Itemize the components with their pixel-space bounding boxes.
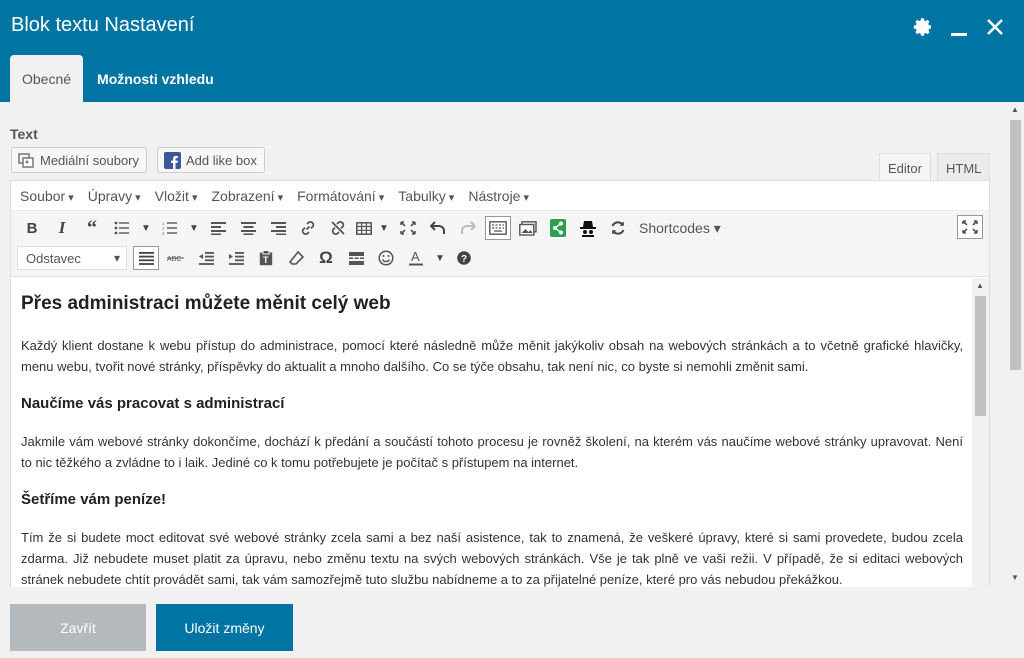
chevron-down-icon[interactable]: ▼ [375,215,393,241]
unlink-icon[interactable] [323,215,353,241]
panel-scrollbar[interactable]: ▲ ▼ [1007,102,1024,587]
distraction-free-icon[interactable] [393,215,423,241]
menu-format[interactable]: Formátování [297,188,384,204]
tab-html-editor[interactable]: HTML [937,153,990,181]
settings-tabs: Obecné Možnosti vzhledu [10,55,226,102]
chevron-down-icon[interactable]: ▼ [185,215,203,241]
format-select[interactable]: Odstavec [17,246,127,270]
panel-scroll-thumb[interactable] [1010,120,1021,370]
save-changes-button[interactable]: Uložit změny [156,604,293,651]
undo-icon[interactable] [423,215,453,241]
content-heading-1: Přes administraci můžete měnit celý web [21,293,391,314]
gear-icon[interactable] [912,14,934,40]
text-field-label: Text [10,126,38,142]
facebook-icon [164,151,181,169]
page-break-icon[interactable] [341,245,371,271]
close-button[interactable]: Zavřít [10,604,146,651]
toolbar-toggle-icon[interactable] [485,216,511,240]
svg-text:A: A [411,250,420,264]
media-icon [18,152,35,169]
help-icon[interactable]: ? [449,245,479,271]
spy-icon[interactable] [573,215,603,241]
tab-general[interactable]: Obecné [10,55,84,102]
menu-view[interactable]: Zobrazení [211,188,283,204]
justify-icon[interactable] [133,246,159,270]
dialog-title: Blok textu Nastavení [11,14,195,36]
shortcodes-dropdown[interactable]: Shortcodes ▾ [639,220,721,237]
editor-scroll-thumb[interactable] [975,296,986,416]
editor-menubar: Soubor Úpravy Vložit Zobrazení Formátová… [11,181,989,211]
emoticon-icon[interactable] [371,245,401,271]
tab-visual-editor[interactable]: Editor [879,153,931,181]
menu-tools[interactable]: Nástroje [468,188,529,204]
tab-appearance[interactable]: Možnosti vzhledu [83,55,226,102]
refresh-icon[interactable] [603,215,633,241]
scroll-up-icon[interactable]: ▲ [1011,105,1019,114]
align-left-icon[interactable] [203,215,233,241]
scroll-down-icon[interactable]: ▼ [1011,573,1019,582]
content-heading-2: Naučíme vás pracovat s administrací [21,395,285,412]
media-files-button[interactable]: Mediální soubory [11,147,147,173]
menu-edit[interactable]: Úpravy [88,188,141,204]
bold-icon[interactable]: B [17,215,47,241]
editor-toolbar: B I “ ▼ 123 ▼ ▼ Shortcodes ▾ Odstavec ▾ … [11,211,989,277]
scroll-up-icon[interactable]: ▲ [976,281,984,290]
content-paragraph-3: Tím že si budete moct editovat své webov… [21,530,963,587]
fullscreen-icon[interactable] [957,215,983,239]
chevron-down-icon[interactable]: ▼ [137,215,155,241]
minimize-icon[interactable] [948,14,970,40]
svg-text:?: ? [461,254,467,265]
dialog-header: Blok textu Nastavení Obecné Možnosti vzh… [0,0,1024,102]
menu-tables[interactable]: Tabulky [398,188,454,204]
editor-content[interactable]: Přes administraci můžete měnit celý web … [11,278,973,587]
link-icon[interactable] [293,215,323,241]
italic-icon[interactable]: I [47,215,77,241]
table-icon[interactable] [353,215,375,241]
bullet-list-icon[interactable] [107,215,137,241]
settings-panel: Text Mediální soubory Add like box Edito… [0,102,1006,587]
redo-icon[interactable] [453,215,483,241]
content-heading-3: Šetříme vám peníze! [21,491,167,508]
add-like-box-button[interactable]: Add like box [157,147,265,173]
svg-text:T: T [263,255,269,265]
indent-icon[interactable] [221,245,251,271]
share-icon[interactable] [543,215,573,241]
blockquote-icon[interactable]: “ [77,215,107,241]
outdent-icon[interactable] [191,245,221,271]
content-paragraph-2: Jakmile vám webové stránky dokončíme, do… [21,434,963,470]
media-files-label: Mediální soubory [40,152,139,168]
toolbar-row-1: B I “ ▼ 123 ▼ ▼ Shortcodes ▾ [17,215,721,241]
toolbar-row-2: Odstavec ABC T Ω [17,245,479,271]
dialog-footer: Zavřít Uložit změny [0,587,1024,658]
content-paragraph-1: Každý klient dostane k webu přístup do a… [21,338,963,374]
strikethrough-icon[interactable]: ABC [161,245,191,271]
paste-text-icon[interactable]: T [251,245,281,271]
menu-file[interactable]: Soubor [20,188,74,204]
align-center-icon[interactable] [233,215,263,241]
add-like-box-label: Add like box [186,152,257,168]
rich-text-editor: Soubor Úpravy Vložit Zobrazení Formátová… [10,180,990,587]
omega-icon[interactable]: Ω [311,245,341,271]
text-color-icon[interactable]: A [401,245,431,271]
numbered-list-icon[interactable]: 123 [155,215,185,241]
gallery-icon[interactable] [513,215,543,241]
align-right-icon[interactable] [263,215,293,241]
chevron-down-icon[interactable]: ▼ [431,245,449,271]
editor-scrollbar[interactable]: ▲ [972,278,989,587]
menu-insert[interactable]: Vložit [155,188,198,204]
eraser-icon[interactable] [281,245,311,271]
header-controls [912,14,1006,40]
svg-text:3: 3 [162,231,165,235]
svg-text:ABC: ABC [167,256,181,263]
close-icon[interactable] [984,14,1006,40]
